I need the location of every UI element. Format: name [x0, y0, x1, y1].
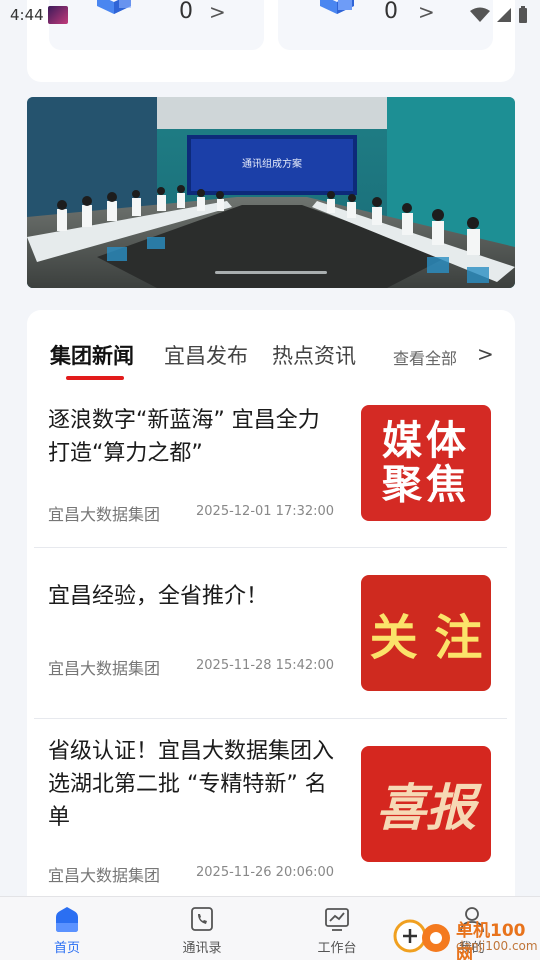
battery-icon	[519, 6, 527, 23]
meeting-room-photo: 通讯组成方案	[27, 97, 515, 288]
banner-screen-text: 通讯组成方案	[242, 157, 302, 170]
news-source: 宜昌大数据集团	[48, 659, 161, 678]
nav-label: 通讯录	[182, 941, 222, 956]
thumbnail-text: 关 注	[369, 610, 483, 666]
nav-workbench[interactable]: 工作台	[292, 897, 382, 960]
news-thumbnail: 关 注	[361, 575, 491, 691]
tab-hot-news[interactable]: 热点资讯	[272, 340, 356, 370]
tab-yichang-release[interactable]: 宜昌发布	[164, 340, 248, 370]
nav-contacts[interactable]: 通讯录	[157, 897, 247, 960]
banner-carousel[interactable]: 通讯组成方案	[27, 97, 515, 288]
news-time: 2025-11-26 20:06:00	[196, 865, 335, 880]
nav-label: 首页	[53, 941, 80, 956]
status-icons	[470, 6, 528, 24]
news-thumbnail: 喜报	[361, 746, 491, 862]
phone-book-icon	[191, 907, 213, 931]
news-list-item[interactable]: 宜昌经验，全省推介！ 宜昌大数据集团 2025-11-28 15:42:00 关…	[34, 548, 507, 719]
home-icon	[56, 907, 78, 932]
news-list-item[interactable]: 逐浪数字“新蓝海” 宜昌全力打造“算力之都” 宜昌大数据集团 2025-12-0…	[34, 390, 507, 548]
news-source: 宜昌大数据集团	[48, 866, 161, 885]
thumbnail-text: 媒体聚焦	[382, 418, 470, 508]
news-title: 逐浪数字“新蓝海” 宜昌全力打造“算力之都”	[48, 408, 320, 466]
news-thumbnail: 媒体聚焦	[361, 405, 491, 521]
watermark: 单机100网 danji100.com	[392, 912, 540, 960]
active-tab-indicator	[66, 376, 124, 380]
signal-icon	[497, 8, 511, 22]
watermark-logo-icon	[393, 919, 450, 953]
news-time: 2025-12-01 17:32:00	[196, 504, 335, 519]
watermark-url: danji100.com	[456, 939, 538, 953]
news-source: 宜昌大数据集团	[48, 505, 161, 524]
nav-home[interactable]: 首页	[22, 897, 112, 960]
news-title: 省级认证！宜昌大数据集团入选湖北第二批 “专精特新” 名单	[48, 739, 335, 830]
wifi-icon	[470, 7, 490, 22]
view-all-link[interactable]: 查看全部	[393, 345, 457, 369]
notification-app-icon	[48, 6, 68, 24]
news-card: 集团新闻 宜昌发布 热点资讯 查看全部 > 逐浪数字“新蓝海” 宜昌全力打造“算…	[27, 310, 515, 930]
status-time: 4:44	[10, 6, 44, 24]
thumbnail-text: 喜报	[376, 778, 476, 837]
workbench-chart-icon	[325, 908, 349, 931]
news-time: 2025-11-28 15:42:00	[196, 658, 335, 673]
news-list-item[interactable]: 省级认证！宜昌大数据集团入选湖北第二批 “专精特新” 名单 宜昌大数据集团 20…	[34, 719, 507, 909]
watermark-text: 单机100网	[456, 921, 526, 960]
tab-group-news[interactable]: 集团新闻	[50, 340, 134, 370]
news-title: 宜昌经验，全省推介！	[48, 584, 269, 609]
nav-label: 工作台	[317, 941, 357, 956]
status-bar: 4:44	[0, 0, 540, 32]
chevron-right-icon[interactable]: >	[477, 342, 494, 366]
